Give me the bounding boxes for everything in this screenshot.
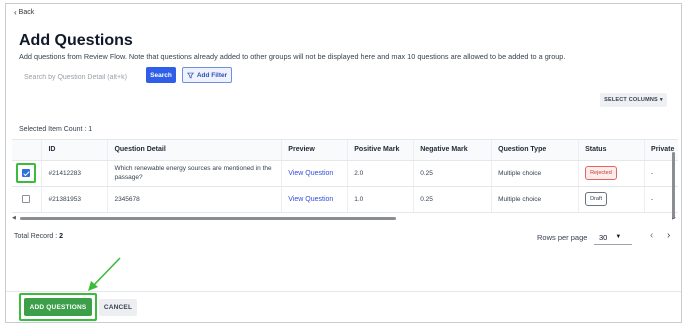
add-questions-button[interactable]: ADD QUESTIONS xyxy=(24,298,92,316)
previous-page-icon[interactable]: ‹ xyxy=(650,230,653,241)
scroll-left-icon[interactable]: ◀ xyxy=(12,215,16,221)
total-record: Total Record : 2 xyxy=(14,233,63,240)
row-select-cell xyxy=(12,160,43,187)
row-question-type: Multiple choice xyxy=(491,186,580,213)
row-positive-mark: 1.0 xyxy=(347,186,415,213)
row-status-cell: Draft xyxy=(578,186,646,213)
page-title: Add Questions xyxy=(19,32,133,49)
add-filter-button[interactable]: Add Filter xyxy=(182,67,232,83)
total-record-label: Total Record : xyxy=(14,233,58,240)
selected-item-count: Selected Item Count : 1 xyxy=(19,126,93,133)
row-question-detail: 2345678 xyxy=(107,186,283,213)
rows-per-page-select[interactable]: 30 ▼ xyxy=(594,230,632,245)
column-header-status[interactable]: Status xyxy=(578,140,646,161)
view-question-link[interactable]: View Question xyxy=(288,196,333,203)
row-preview-cell: View Question xyxy=(281,160,349,187)
status-badge: Draft xyxy=(585,192,607,206)
column-header-question-detail[interactable]: Question Detail xyxy=(107,140,283,161)
horizontal-scrollbar[interactable]: ◀ ▶ xyxy=(12,215,678,221)
row-status-cell: Rejected xyxy=(578,160,646,187)
checkbox-highlight xyxy=(16,163,36,183)
table-row[interactable]: #21412283 Which renewable energy sources… xyxy=(12,160,678,187)
row-negative-mark: 0.25 xyxy=(413,160,493,187)
table-row[interactable]: #21381953 2345678 View Question 1.0 0.25… xyxy=(12,186,678,213)
row-preview-cell: View Question xyxy=(281,186,349,213)
column-header-question-type[interactable]: Question Type xyxy=(491,140,580,161)
column-header-preview[interactable]: Preview xyxy=(281,140,349,161)
filter-icon xyxy=(186,72,194,78)
search-button[interactable]: Search xyxy=(146,67,176,83)
view-question-link[interactable]: View Question xyxy=(288,170,333,177)
back-link[interactable]: ‹ Back xyxy=(14,8,35,17)
row-select-cell xyxy=(12,186,43,213)
column-header-id[interactable]: ID xyxy=(41,140,109,161)
rows-per-page-value: 30 xyxy=(599,232,608,242)
row-question-detail: Which renewable energy sources are menti… xyxy=(107,160,283,187)
column-header-positive-mark[interactable]: Positive Mark xyxy=(347,140,415,161)
rows-per-page-label: Rows per page xyxy=(537,233,588,242)
select-columns-button[interactable]: SELECT COLUMNS ▾ xyxy=(600,93,667,107)
row-question-type: Multiple choice xyxy=(491,160,580,187)
back-label: Back xyxy=(18,9,35,16)
select-columns-label: SELECT COLUMNS xyxy=(604,97,658,103)
chevron-down-icon: ▼ xyxy=(615,234,622,240)
add-filter-label: Add Filter xyxy=(196,71,228,79)
page-subtitle: Add questions from Review Flow. Note tha… xyxy=(19,52,566,61)
arrow-icon xyxy=(88,257,121,291)
dialog-frame: ‹ Back Add Questions Add questions from … xyxy=(5,3,682,323)
vertical-scrollbar[interactable] xyxy=(672,149,675,219)
column-header-negative-mark[interactable]: Negative Mark xyxy=(413,140,493,161)
row-id: #21381953 xyxy=(41,186,109,213)
row-checkbox[interactable] xyxy=(22,169,30,177)
chevron-left-icon: ‹ xyxy=(14,8,17,17)
search-input[interactable] xyxy=(19,68,145,86)
row-id: #21412283 xyxy=(41,160,109,187)
horizontal-scroll-thumb[interactable] xyxy=(20,217,396,220)
chevron-down-icon: ▾ xyxy=(659,97,663,103)
table-header-row: ID Question Detail Preview Positive Mark… xyxy=(12,140,678,161)
select-column-header xyxy=(12,140,43,161)
row-negative-mark: 0.25 xyxy=(413,186,493,213)
questions-table: ID Question Detail Preview Positive Mark… xyxy=(12,139,678,221)
next-page-icon[interactable]: › xyxy=(667,230,670,241)
row-positive-mark: 2.0 xyxy=(347,160,415,187)
total-record-value: 2 xyxy=(59,233,64,240)
status-badge: Rejected xyxy=(585,166,617,180)
row-checkbox[interactable] xyxy=(22,195,30,203)
vertical-scroll-thumb[interactable] xyxy=(672,152,675,218)
cancel-button[interactable]: CANCEL xyxy=(99,299,137,316)
